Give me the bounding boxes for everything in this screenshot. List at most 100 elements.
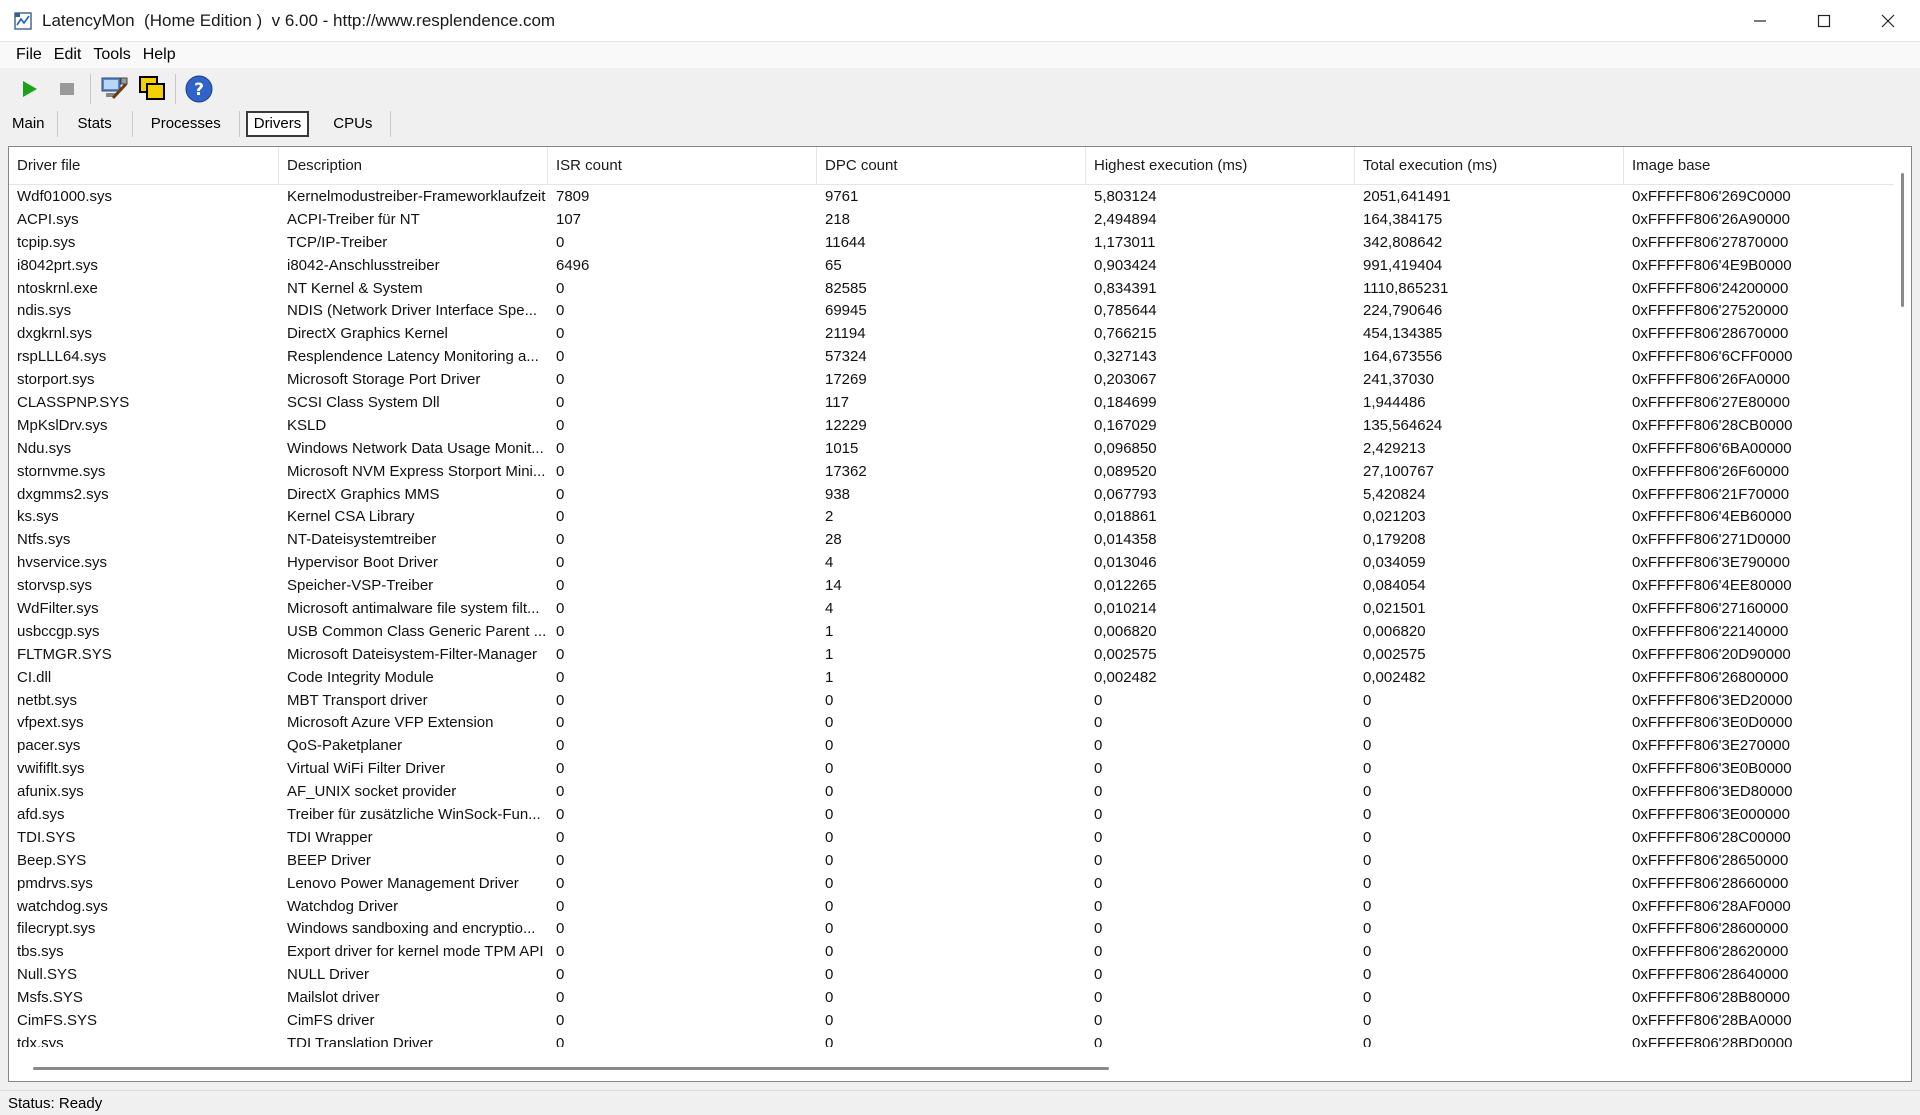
table-row[interactable]: i8042prt.sys i8042-Anschlusstreiber 6496 65… xyxy=(9,254,1911,277)
table-row[interactable]: CLASSPNP.SYS SCSI Class System Dll 0 117 0,1… xyxy=(9,391,1911,414)
help-button[interactable]: ? xyxy=(180,71,218,107)
driver-file-cell: storvsp.sys xyxy=(17,577,93,595)
dpc-count-cell: 14 xyxy=(825,577,842,595)
table-row[interactable]: MpKslDrv.sys KSLD 0 12229 0,167029 135,564624… xyxy=(9,414,1911,437)
column-header-highest-execution[interactable]: Highest execution (ms) xyxy=(1086,147,1355,185)
vertical-scroll-thumb[interactable] xyxy=(1901,173,1904,307)
tools-button[interactable] xyxy=(95,71,133,107)
column-header-image-base[interactable]: Image base xyxy=(1624,147,1884,185)
tab-cpus[interactable]: CPUs xyxy=(315,111,392,137)
table-row[interactable]: rspLLL64.sys Resplendence Latency Monitor… xyxy=(9,345,1911,368)
image-base-cell: 0xFFFFF806'27520000 xyxy=(1632,302,1789,320)
dpc-count-cell: 0 xyxy=(825,989,834,1007)
drivers-list[interactable]: Driver file Description ISR count DPC co… xyxy=(8,146,1912,1082)
tab-main[interactable]: Main xyxy=(0,111,58,137)
column-header-total-execution[interactable]: Total execution (ms) xyxy=(1355,147,1624,185)
total-execution-cell: 0,021501 xyxy=(1363,599,1426,617)
windows-button[interactable] xyxy=(133,71,171,107)
driver-file-cell: Beep.SYS xyxy=(17,851,87,869)
isr-count-cell: 0 xyxy=(556,531,565,549)
isr-count-cell: 0 xyxy=(556,577,565,595)
tab-stats[interactable]: Stats xyxy=(58,111,133,137)
tab-drivers[interactable]: Drivers xyxy=(245,111,310,137)
total-execution-cell: 0 xyxy=(1363,783,1372,801)
dpc-count-cell: 4 xyxy=(825,554,834,572)
dpc-count-cell: 0 xyxy=(825,737,834,755)
menu-edit[interactable]: Edit xyxy=(48,46,88,64)
isr-count-cell: 0 xyxy=(556,462,565,480)
table-row[interactable]: usbccgp.sys USB Common Class Generic Pare… xyxy=(9,620,1911,643)
column-header-isr-count[interactable]: ISR count xyxy=(548,147,817,185)
table-row[interactable]: vwififlt.sys Virtual WiFi Filter Driver 0 0… xyxy=(9,757,1911,780)
table-row[interactable]: Ndu.sys Windows Network Data Usage Monit.… xyxy=(9,437,1911,460)
menu-file[interactable]: File xyxy=(10,46,48,64)
table-row[interactable]: afunix.sys AF_UNIX socket provider 0 0 0 0 0xF… xyxy=(9,780,1911,803)
table-row[interactable]: Beep.SYS BEEP Driver 0 0 0 0 0xFFFFF806'286500… xyxy=(9,849,1911,872)
maximize-button[interactable] xyxy=(1792,0,1856,42)
driver-file-cell: netbt.sys xyxy=(17,691,78,709)
table-row[interactable]: Msfs.SYS Mailslot driver 0 0 0 0 0xFFFFF806'28… xyxy=(9,986,1911,1009)
driver-file-cell: dxgkrnl.sys xyxy=(17,325,93,343)
description-cell: NDIS (Network Driver Interface Spe... xyxy=(287,302,538,320)
isr-count-cell: 0 xyxy=(556,760,565,778)
column-header-driver-file[interactable]: Driver file xyxy=(9,147,279,185)
dpc-count-cell: 0 xyxy=(825,691,834,709)
menu-help[interactable]: Help xyxy=(137,46,182,64)
close-button[interactable] xyxy=(1856,0,1920,42)
description-cell: Resplendence Latency Monitoring a... xyxy=(287,348,539,366)
table-row[interactable]: ks.sys Kernel CSA Library 0 2 0,018861 0,0212… xyxy=(9,505,1911,528)
description-cell: TCP/IP-Treiber xyxy=(287,233,388,251)
table-row[interactable]: vfpext.sys Microsoft Azure VFP Extension 0… xyxy=(9,711,1911,734)
table-row[interactable]: CI.dll Code Integrity Module 0 1 0,002482 0,0… xyxy=(9,666,1911,689)
table-row[interactable]: CimFS.SYS CimFS driver 0 0 0 0 0xFFFFF806'28BA… xyxy=(9,1009,1911,1032)
table-row[interactable]: Null.SYS NULL Driver 0 0 0 0 0xFFFFF806'286400… xyxy=(9,963,1911,986)
image-base-cell: 0xFFFFF806'24200000 xyxy=(1632,279,1789,297)
table-row[interactable]: ntoskrnl.exe NT Kernel & System 0 82585 0,83… xyxy=(9,277,1911,300)
table-row[interactable]: filecrypt.sys Windows sandboxing and encr… xyxy=(9,918,1911,941)
tab-bar: Main Stats Processes Drivers CPUs xyxy=(0,110,1920,138)
driver-file-cell: Ndu.sys xyxy=(17,439,72,457)
menu-tools[interactable]: Tools xyxy=(87,46,136,64)
table-row[interactable]: netbt.sys MBT Transport driver 0 0 0 0 0xFFFFF… xyxy=(9,689,1911,712)
table-row[interactable]: tcpip.sys TCP/IP-Treiber 0 11644 1,173011 342… xyxy=(9,231,1911,254)
table-row[interactable]: dxgkrnl.sys DirectX Graphics Kernel 0 21194… xyxy=(9,322,1911,345)
vertical-scrollbar[interactable] xyxy=(1894,147,1911,1047)
total-execution-cell: 0 xyxy=(1363,943,1372,961)
table-row[interactable]: FLTMGR.SYS Microsoft Dateisystem-Filter-M… xyxy=(9,643,1911,666)
dpc-count-cell: 1015 xyxy=(825,439,859,457)
dpc-count-cell: 0 xyxy=(825,783,834,801)
table-row[interactable]: ndis.sys NDIS (Network Driver Interface S… xyxy=(9,299,1911,322)
total-execution-cell: 1,944486 xyxy=(1363,393,1426,411)
table-row[interactable]: ACPI.sys ACPI-Treiber für NT 107 218 2,49489… xyxy=(9,208,1911,231)
minimize-button[interactable] xyxy=(1728,0,1792,42)
table-row[interactable]: afd.sys Treiber für zusätzliche WinSock-F… xyxy=(9,803,1911,826)
horizontal-scrollbar[interactable] xyxy=(9,1047,1911,1081)
isr-count-cell: 0 xyxy=(556,920,565,938)
table-row[interactable]: pmdrvs.sys Lenovo Power Management Driver… xyxy=(9,872,1911,895)
horizontal-scroll-thumb[interactable] xyxy=(33,1067,1109,1070)
column-header-description[interactable]: Description xyxy=(279,147,548,185)
dpc-count-cell: 0 xyxy=(825,1012,834,1029)
total-execution-cell: 0,034059 xyxy=(1363,554,1426,572)
table-row[interactable]: storport.sys Microsoft Storage Port Drive… xyxy=(9,368,1911,391)
column-header-dpc-count[interactable]: DPC count xyxy=(817,147,1086,185)
table-row[interactable]: watchdog.sys Watchdog Driver 0 0 0 0 0xFFFFF80… xyxy=(9,895,1911,918)
table-row[interactable]: storvsp.sys Speicher-VSP-Treiber 0 14 0,0122… xyxy=(9,574,1911,597)
table-row[interactable]: stornvme.sys Microsoft NVM Express Storpo… xyxy=(9,460,1911,483)
start-button[interactable] xyxy=(10,71,48,107)
table-row[interactable]: WdFilter.sys Microsoft antimalware file s… xyxy=(9,597,1911,620)
isr-count-cell: 0 xyxy=(556,348,565,366)
highest-execution-cell: 0 xyxy=(1094,920,1103,938)
stop-button[interactable] xyxy=(48,71,86,107)
table-row[interactable]: TDI.SYS TDI Wrapper 0 0 0 0 0xFFFFF806'28C0000… xyxy=(9,826,1911,849)
description-cell: Microsoft Storage Port Driver xyxy=(287,371,481,389)
table-row[interactable]: tbs.sys Export driver for kernel mode TPM… xyxy=(9,940,1911,963)
tab-processes[interactable]: Processes xyxy=(133,111,240,137)
table-row[interactable]: Ntfs.sys NT-Dateisystemtreiber 0 28 0,014358… xyxy=(9,528,1911,551)
table-row[interactable]: hvservice.sys Hypervisor Boot Driver 0 4 0,0… xyxy=(9,551,1911,574)
description-cell: QoS-Paketplaner xyxy=(287,737,403,755)
table-row[interactable]: pacer.sys QoS-Paketplaner 0 0 0 0 0xFFFFF806'3… xyxy=(9,734,1911,757)
table-row[interactable]: Wdf01000.sys Kernelmodustreiber-Framework… xyxy=(9,185,1911,208)
table-row[interactable]: dxgmms2.sys DirectX Graphics MMS 0 938 0,067… xyxy=(9,483,1911,506)
dpc-count-cell: 0 xyxy=(825,874,834,892)
